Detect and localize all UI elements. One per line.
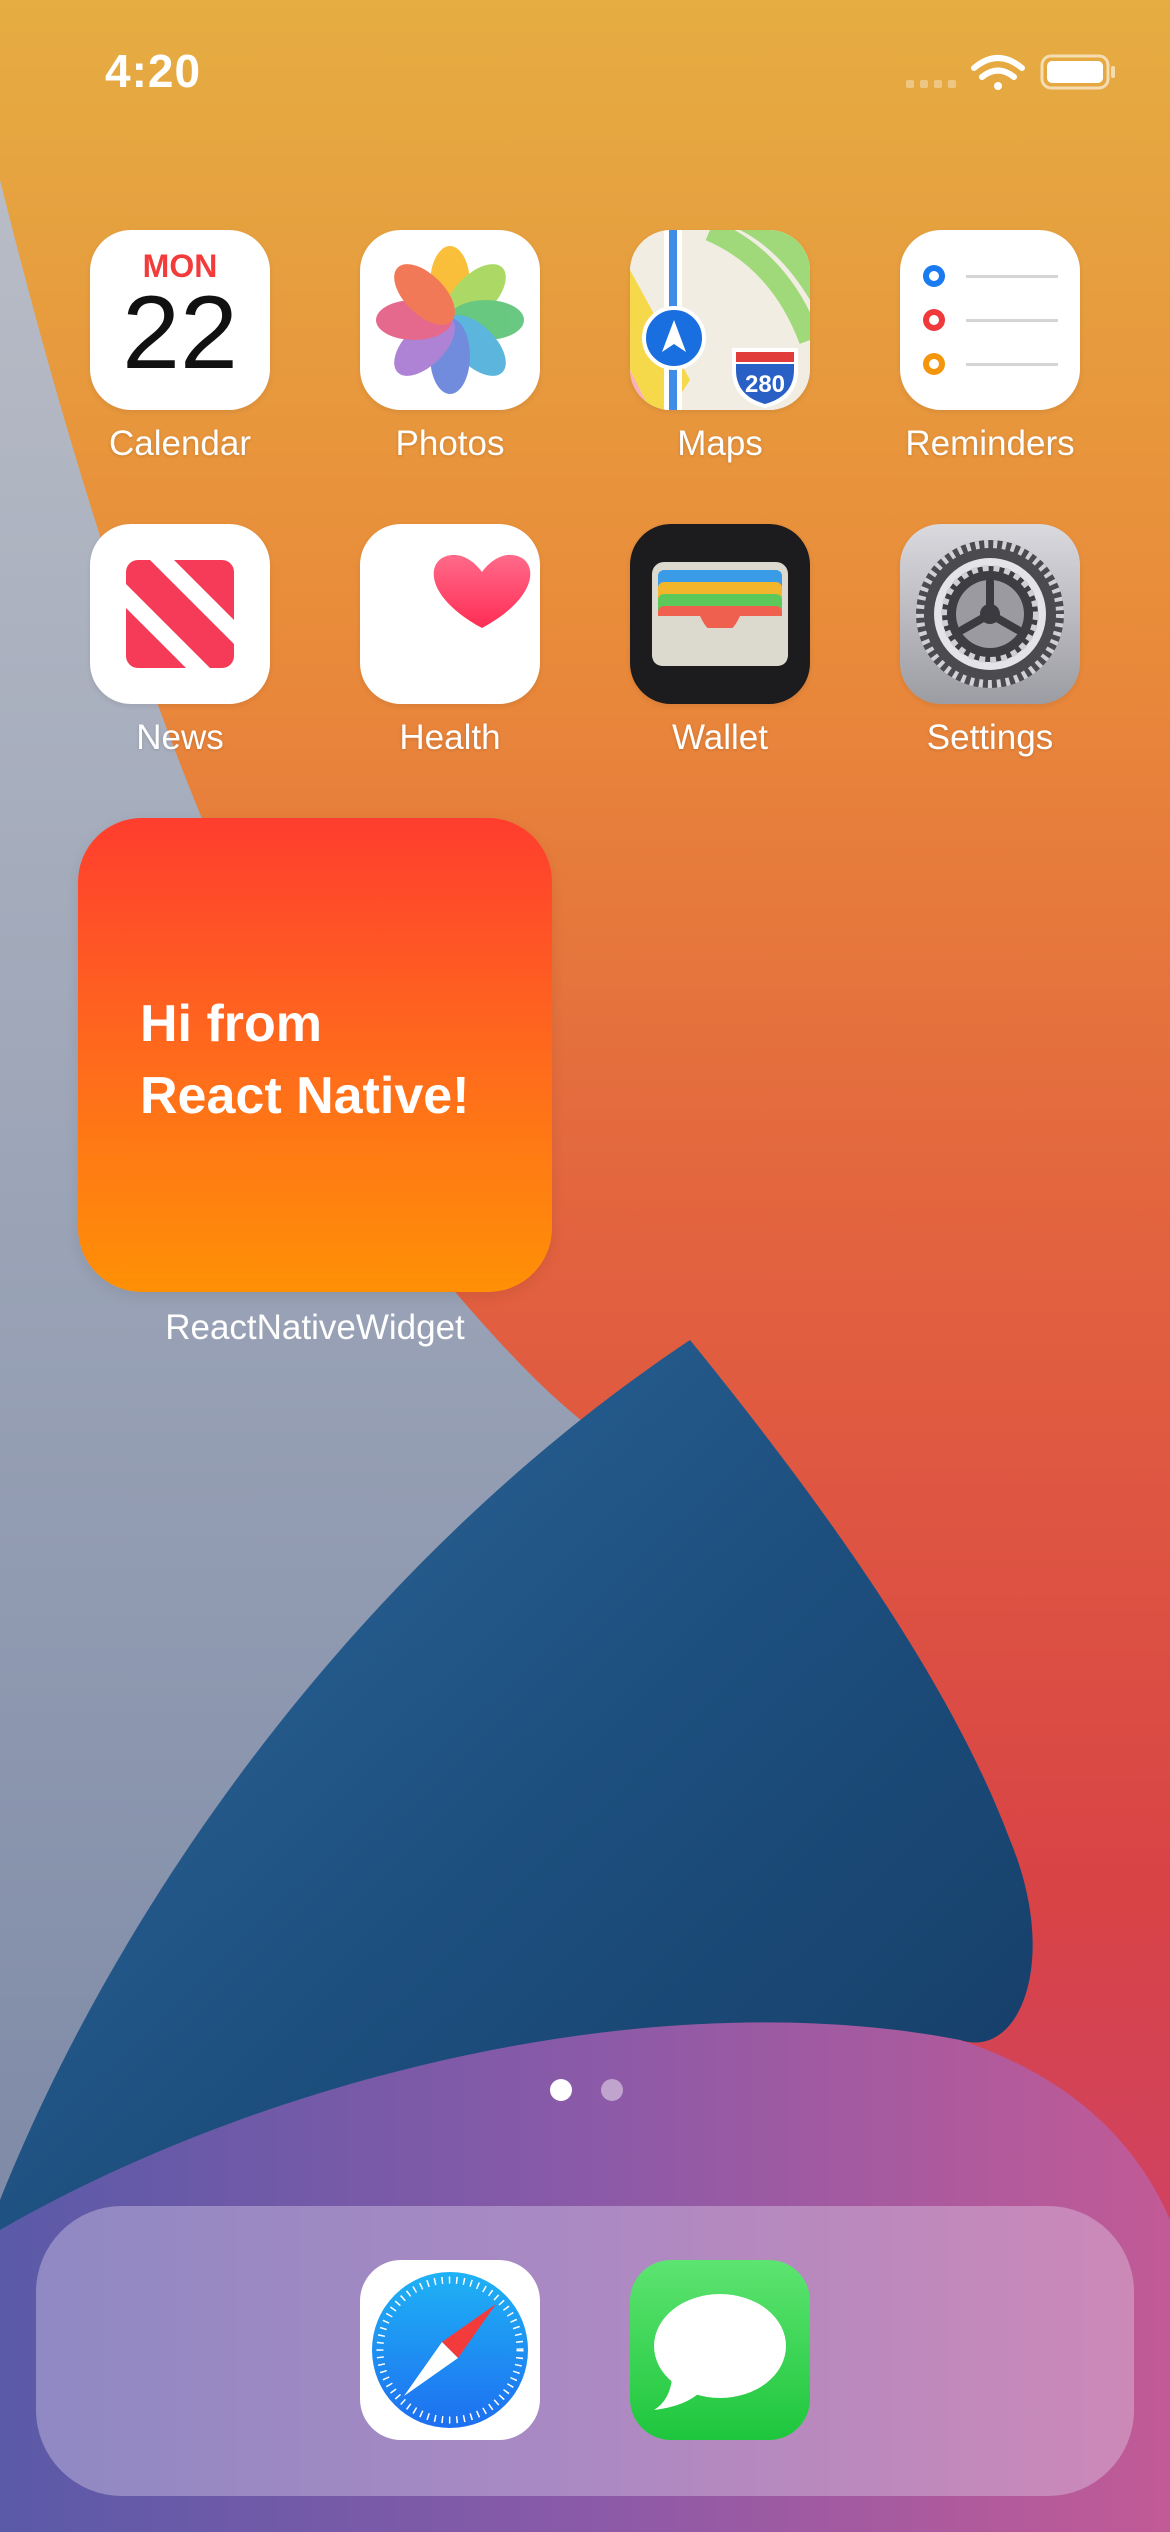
reminders-icon[interactable] xyxy=(900,230,1080,410)
app-label: Wallet xyxy=(672,718,768,757)
status-time: 4:20 xyxy=(105,45,202,97)
messages-icon[interactable] xyxy=(630,2260,810,2440)
settings-icon[interactable] xyxy=(900,524,1080,704)
widget-line-1: Hi from xyxy=(140,995,322,1053)
calendar-icon[interactable]: MON 22 xyxy=(90,230,270,410)
widget-line-2: React Native! xyxy=(140,1067,470,1125)
safari-icon[interactable] xyxy=(360,2260,540,2440)
page-dot-2[interactable] xyxy=(601,2079,623,2101)
dock xyxy=(36,2206,1134,2496)
battery-icon xyxy=(1040,54,1115,90)
widget-message: Hi from React Native! xyxy=(140,988,540,1132)
app-label: Settings xyxy=(926,718,1054,757)
home-screen: 4:20 MON 22 Calendar Photos 280 Maps Rem… xyxy=(0,0,1170,2532)
app-label: News xyxy=(136,718,224,757)
photos-icon[interactable] xyxy=(360,230,540,410)
app-label: Health xyxy=(399,718,501,757)
dock-app-safari[interactable] xyxy=(360,2260,540,2440)
widget-label: ReactNativeWidget xyxy=(165,1308,465,1347)
wallet-icon[interactable] xyxy=(630,524,810,704)
health-icon[interactable] xyxy=(360,524,540,704)
page-dot-1[interactable] xyxy=(550,2079,572,2101)
news-icon[interactable] xyxy=(90,524,270,704)
app-label: Maps xyxy=(677,424,763,463)
maps-icon[interactable]: 280 xyxy=(630,230,810,410)
app-label: Reminders xyxy=(905,424,1075,463)
maps-route-number: 280 xyxy=(745,371,785,398)
react-native-widget[interactable]: Hi from React Native! xyxy=(78,818,552,1292)
app-label: Photos xyxy=(395,424,505,463)
cellular-dots-icon xyxy=(906,80,956,88)
app-label: Calendar xyxy=(108,424,252,463)
dock-app-messages[interactable] xyxy=(630,2260,810,2440)
wifi-icon xyxy=(971,55,1025,90)
status-icons xyxy=(906,54,1115,90)
calendar-day: 22 xyxy=(122,275,238,391)
